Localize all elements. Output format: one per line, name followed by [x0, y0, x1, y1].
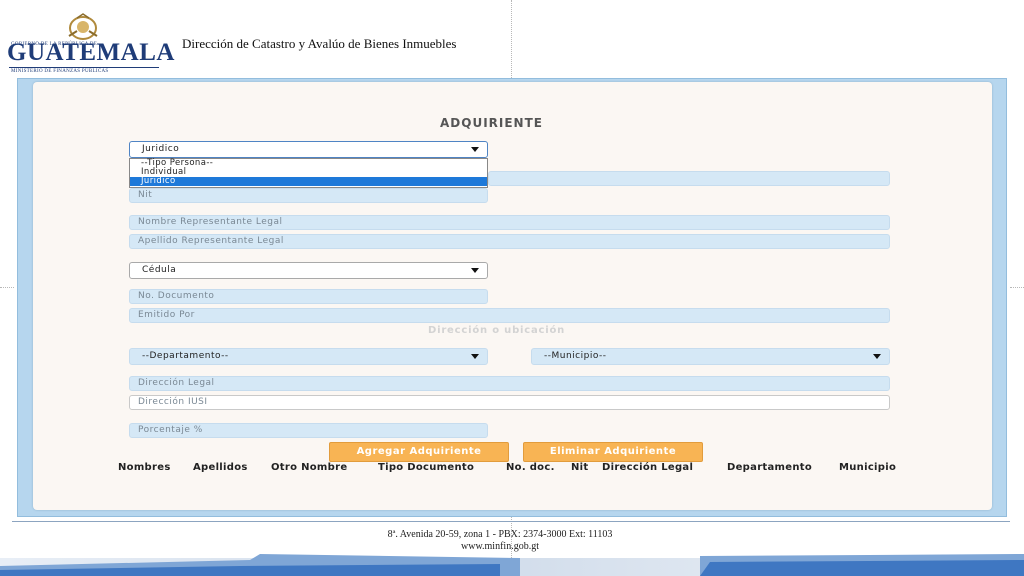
tipo-persona-select[interactable]: Juridico [129, 141, 488, 158]
tipo-documento-select[interactable]: Cédula [129, 262, 488, 279]
departamento-select[interactable]: --Departamento-- [129, 348, 488, 365]
guide-line-left [0, 287, 14, 288]
nit-input[interactable]: Nit [129, 188, 488, 203]
municipio-select[interactable]: --Municipio-- [531, 348, 890, 365]
table-header-tipo-documento: Tipo Documento [378, 462, 475, 473]
table-header-apellidos: Apellidos [193, 462, 248, 473]
emitido-por-input[interactable]: Emitido Por [129, 308, 890, 323]
porcentaje-input[interactable]: Porcentaje % [129, 423, 488, 438]
no-documento-input[interactable]: No. Documento [129, 289, 488, 304]
municipio-value: --Municipio-- [544, 351, 607, 361]
chevron-down-icon [471, 147, 479, 152]
direccion-section-title: Dirección o ubicación [428, 325, 566, 336]
apellido-representante-input[interactable]: Apellido Representante Legal [129, 234, 890, 249]
logo-text: GUATEMALA [7, 39, 175, 66]
table-header-nombres: Nombres [118, 462, 171, 473]
table-header-direccion-legal: Dirección Legal [602, 462, 694, 473]
section-title: ADQUIRIENTE [440, 116, 543, 130]
tipo-persona-dropdown: --Tipo Persona-- Individual Juridico [129, 158, 488, 188]
agregar-adquiriente-button[interactable]: Agregar Adquiriente [329, 442, 509, 462]
table-header-otro-nombre: Otro Nombre [271, 462, 348, 473]
page-header-title: Dirección de Catastro y Avalúo de Bienes… [182, 36, 457, 51]
logo-line2: MINISTERIO DE FINANZAS PÚBLICAS [11, 69, 109, 74]
guatemala-logo: GOBIERNO DE LA REPÚBLICA DE GUATEMALA MI… [5, 12, 174, 74]
table-header-municipio: Municipio [839, 462, 897, 473]
nombre-representante-input[interactable]: Nombre Representante Legal [129, 215, 890, 230]
eliminar-adquiriente-button[interactable]: Eliminar Adquiriente [523, 442, 703, 462]
guide-line-right [1010, 287, 1024, 288]
direccion-legal-input[interactable]: Dirección Legal [129, 376, 890, 391]
dropdown-option-selected[interactable]: Juridico [130, 177, 487, 186]
departamento-value: --Departamento-- [142, 351, 229, 361]
table-header-departamento: Departamento [727, 462, 813, 473]
footer-url[interactable]: www.minfin.gob.gt [0, 541, 1000, 552]
hidden-field-behind-dropdown[interactable] [488, 171, 890, 186]
tipo-persona-value: Juridico [142, 144, 180, 154]
chevron-down-icon [471, 268, 479, 273]
chevron-down-icon [873, 354, 881, 359]
tipo-documento-value: Cédula [142, 265, 177, 275]
footer-divider [12, 521, 1010, 522]
table-header-no-doc: No. doc. [506, 462, 555, 473]
footer-decorative-band [0, 554, 1024, 576]
chevron-down-icon [471, 354, 479, 359]
direccion-iusi-input[interactable]: Dirección IUSI [129, 395, 890, 410]
logo-rule [9, 67, 159, 68]
footer-address: 8ª. Avenida 20-59, zona 1 - PBX: 2374-30… [387, 529, 613, 540]
table-header-nit: Nit [571, 462, 589, 473]
dropdown-option[interactable]: Individual [130, 168, 487, 177]
coat-of-arms-icon [68, 13, 98, 40]
